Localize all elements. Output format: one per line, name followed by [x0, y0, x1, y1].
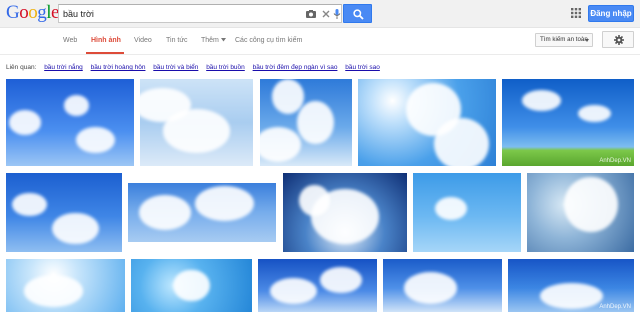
google-logo[interactable]: Google — [6, 2, 59, 24]
cloud-shape — [269, 277, 318, 305]
gear-icon — [614, 35, 624, 45]
signin-button[interactable]: Đăng nhập — [588, 5, 634, 22]
tab-news[interactable]: Tin tức — [166, 37, 188, 44]
cloud-shape — [23, 274, 84, 307]
image-result-thumbnail[interactable]: AnhDep.VN — [508, 259, 634, 312]
logo-letter: o — [28, 2, 38, 23]
image-result-thumbnail[interactable] — [358, 79, 496, 166]
tab-more[interactable]: Thêm — [201, 37, 226, 44]
image-result-thumbnail[interactable]: AnhDep.VN — [502, 79, 634, 166]
image-result-thumbnail[interactable] — [6, 259, 125, 312]
tab-more-label: Thêm — [201, 37, 219, 44]
camera-icon[interactable] — [305, 8, 317, 20]
active-tab-indicator — [86, 52, 124, 54]
related-link[interactable]: bầu trời đêm đẹp ngàn vì sao — [253, 64, 338, 71]
watermark-text: AnhDep.VN — [599, 158, 631, 164]
apps-grid-icon[interactable] — [571, 8, 581, 18]
cloud-shape — [320, 266, 363, 294]
search-button[interactable] — [343, 4, 372, 23]
related-link[interactable]: bầu trời buồn — [206, 64, 245, 71]
tab-search-tools[interactable]: Các công cụ tìm kiếm — [235, 37, 302, 44]
related-link[interactable]: bầu trời và biển — [153, 64, 198, 71]
safesearch-label: Tìm kiếm an toàn — [540, 36, 588, 43]
cloud-shape — [577, 105, 611, 123]
search-icon — [353, 9, 364, 20]
search-box — [58, 4, 342, 23]
cloud-shape — [433, 118, 490, 166]
image-result-thumbnail[interactable] — [283, 173, 407, 252]
cloud-shape — [63, 94, 90, 116]
cloud-shape — [403, 272, 458, 305]
tab-video[interactable]: Video — [134, 37, 152, 44]
chevron-down-icon — [585, 39, 589, 42]
microphone-icon[interactable] — [331, 8, 343, 20]
watermark-text: AnhDep.VN — [599, 304, 631, 310]
logo-letter: o — [19, 2, 29, 23]
settings-button[interactable] — [602, 31, 634, 48]
image-result-thumbnail[interactable] — [140, 79, 253, 166]
cloud-shape — [434, 196, 467, 221]
cloud-shape — [173, 269, 210, 302]
safesearch-dropdown[interactable]: Tìm kiếm an toàn — [535, 33, 593, 47]
cloud-shape — [194, 185, 254, 222]
image-result-thumbnail[interactable] — [128, 183, 276, 242]
logo-letter: g — [37, 2, 47, 23]
cloud-shape — [11, 192, 47, 217]
cloud-shape — [296, 100, 334, 145]
cloud-shape — [52, 212, 99, 245]
cloud-shape — [9, 110, 42, 135]
image-result-thumbnail[interactable] — [260, 79, 352, 166]
image-result-thumbnail[interactable] — [527, 173, 634, 252]
related-searches: Liên quan: bầu trời nắng bầu trời hoàng … — [6, 64, 380, 76]
related-label: Liên quan: — [6, 64, 37, 71]
cloud-shape — [271, 79, 304, 114]
cloud-shape — [76, 126, 115, 153]
logo-letter: G — [6, 2, 20, 23]
image-result-thumbnail[interactable] — [258, 259, 377, 312]
image-result-thumbnail[interactable] — [6, 173, 122, 252]
cloud-shape — [260, 126, 302, 162]
cloud-shape — [539, 282, 603, 310]
tab-images[interactable]: Hình ảnh — [91, 37, 121, 44]
related-link[interactable]: bầu trời sao — [345, 64, 380, 71]
image-result-thumbnail[interactable] — [6, 79, 134, 166]
cloud-shape — [162, 109, 231, 153]
search-input[interactable] — [63, 6, 299, 21]
cloud-shape — [139, 194, 191, 231]
chevron-down-icon — [220, 38, 226, 42]
cloud-shape — [521, 90, 562, 112]
related-link[interactable]: bầu trời nắng — [44, 64, 83, 71]
image-result-thumbnail[interactable] — [131, 259, 252, 312]
cloud-shape — [564, 176, 618, 233]
image-result-thumbnail[interactable] — [383, 259, 502, 312]
cloud-shape — [298, 184, 330, 217]
image-result-thumbnail[interactable] — [413, 173, 521, 252]
tab-web[interactable]: Web — [63, 37, 77, 44]
related-link[interactable]: bầu trời hoàng hôn — [91, 64, 146, 71]
top-bar: Google Đăng nhập — [0, 0, 640, 28]
